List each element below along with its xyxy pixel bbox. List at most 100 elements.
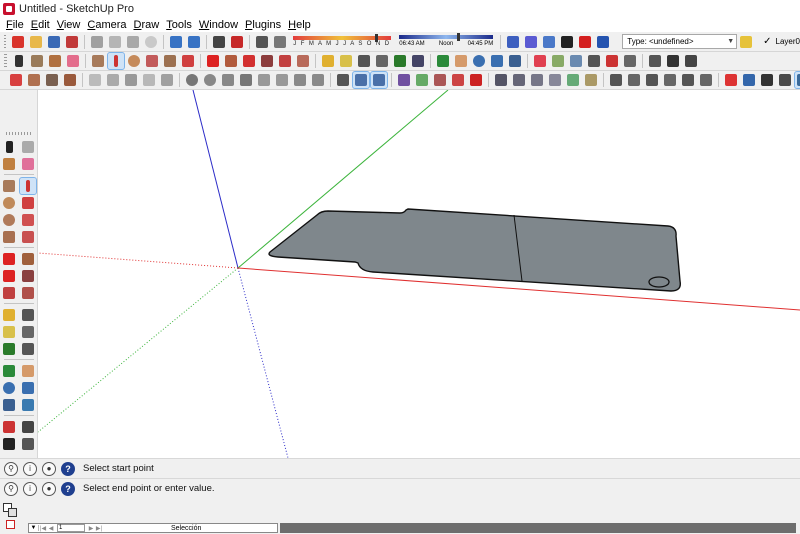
- share-model-button[interactable]: [622, 53, 638, 69]
- geo-location-icon[interactable]: ⚲: [4, 461, 18, 476]
- shadow-settings-button[interactable]: [272, 34, 288, 50]
- zoom-tool-button[interactable]: [471, 53, 487, 69]
- copy-button[interactable]: [107, 34, 123, 50]
- union-button[interactable]: [105, 72, 121, 88]
- smoove-button[interactable]: [432, 72, 448, 88]
- ruby-console-button[interactable]: [741, 72, 757, 88]
- view-perspective-button[interactable]: [370, 71, 388, 89]
- follow-me-tool-button[interactable]: [259, 53, 275, 69]
- move-tool-button[interactable]: [1, 251, 17, 267]
- play-button[interactable]: [559, 34, 575, 50]
- circle-tool-button[interactable]: [1, 195, 17, 211]
- orbit-tool-button[interactable]: [1, 363, 17, 379]
- horizontal-scrollbar[interactable]: [280, 523, 796, 533]
- monochrome-button[interactable]: [794, 71, 800, 89]
- undo-button[interactable]: [168, 34, 184, 50]
- last-page-icon[interactable]: ▶|: [95, 525, 103, 532]
- offset-tool-button[interactable]: [295, 53, 311, 69]
- from-contours-button[interactable]: [414, 72, 430, 88]
- paint-bucket-button[interactable]: [47, 53, 63, 69]
- make-component-button[interactable]: [64, 34, 80, 50]
- date-slider-track[interactable]: [293, 33, 392, 42]
- view-iso-button[interactable]: [352, 71, 370, 89]
- date-slider-thumb[interactable]: [375, 33, 379, 42]
- push-pull-tool-button[interactable]: [223, 53, 239, 69]
- cut-button[interactable]: [89, 34, 105, 50]
- view-right-button[interactable]: [662, 72, 678, 88]
- open-button[interactable]: [28, 34, 44, 50]
- walk-tool-button[interactable]: [665, 53, 681, 69]
- view-back-button[interactable]: [680, 72, 696, 88]
- camera-target-button[interactable]: [335, 72, 351, 88]
- menu-edit[interactable]: Edit: [28, 19, 54, 31]
- pie-button[interactable]: [292, 72, 308, 88]
- paste-button[interactable]: [125, 34, 141, 50]
- dimension-button[interactable]: [20, 307, 36, 323]
- terrain-button[interactable]: [550, 53, 566, 69]
- 3d-text-button[interactable]: [20, 341, 36, 357]
- protractor-button[interactable]: [1, 324, 17, 340]
- pan-tool-button[interactable]: [453, 53, 469, 69]
- time-slider-thumb[interactable]: [457, 33, 461, 41]
- paint-tool-button[interactable]: [1, 156, 17, 172]
- pan-tool-button[interactable]: [20, 363, 36, 379]
- dimension-button[interactable]: [356, 53, 372, 69]
- flip-button[interactable]: [523, 34, 539, 50]
- style-xray-button[interactable]: [493, 72, 509, 88]
- user-icon[interactable]: ●: [42, 461, 56, 476]
- circle-tool-button[interactable]: [126, 53, 142, 69]
- helix-button[interactable]: [202, 72, 218, 88]
- menu-window[interactable]: Window: [196, 19, 242, 31]
- zoom-tool-button[interactable]: [1, 380, 17, 396]
- time-slider[interactable]: 06:43 AM Noon 04:45 PM: [399, 33, 494, 48]
- photo-texture-button[interactable]: [568, 53, 584, 69]
- split-button[interactable]: [159, 72, 175, 88]
- subtract-button[interactable]: [123, 72, 139, 88]
- view-top-button[interactable]: [608, 72, 624, 88]
- zoom-extents-button[interactable]: [507, 53, 523, 69]
- rotate-tool-button[interactable]: [241, 53, 257, 69]
- x-ray-toggle-button[interactable]: [777, 72, 793, 88]
- time-slider-track[interactable]: [399, 33, 494, 41]
- offset-tool-button[interactable]: [20, 285, 36, 301]
- arc-3pt-button[interactable]: [274, 72, 290, 88]
- shadow-toggle-button[interactable]: [254, 34, 270, 50]
- text-tool-button[interactable]: [20, 324, 36, 340]
- push-pull-tool-button[interactable]: [20, 251, 36, 267]
- sandbox-button[interactable]: [396, 72, 412, 88]
- view-left-button[interactable]: [698, 72, 714, 88]
- toolbar-grip[interactable]: [5, 132, 32, 135]
- eraser-tool-button[interactable]: [20, 156, 36, 172]
- line-tool-button[interactable]: [19, 176, 37, 195]
- rotate-tool-button[interactable]: [1, 268, 17, 284]
- next-page-icon[interactable]: ▶: [87, 525, 95, 532]
- make-component-tool-button[interactable]: [20, 139, 36, 155]
- add-location-button[interactable]: [532, 53, 548, 69]
- stroke-swatch-icon[interactable]: [8, 508, 17, 517]
- component-browser-button[interactable]: [29, 53, 45, 69]
- save-button[interactable]: [46, 34, 62, 50]
- dynamic-component-button[interactable]: [595, 34, 611, 50]
- user-icon[interactable]: ●: [42, 481, 56, 496]
- help-icon[interactable]: ?: [61, 481, 75, 496]
- entity-type-select[interactable]: Type: <undefined> ▼: [622, 34, 738, 49]
- drawing-viewport[interactable]: [38, 90, 800, 458]
- axes-tool-button[interactable]: [1, 341, 17, 357]
- select-tool-button[interactable]: [1, 139, 17, 155]
- style-backedges-button[interactable]: [511, 72, 527, 88]
- color-swatch-icon[interactable]: [6, 520, 15, 529]
- move-tool-button[interactable]: [205, 53, 221, 69]
- orbit-tool-button[interactable]: [435, 53, 451, 69]
- polygon-tool-button[interactable]: [1, 212, 17, 228]
- outer-shell-button[interactable]: [87, 72, 103, 88]
- view-front-button[interactable]: [626, 72, 642, 88]
- geo-location-icon[interactable]: ⚲: [4, 481, 18, 496]
- model-hole[interactable]: [648, 276, 670, 288]
- fill-stroke-swatch[interactable]: [2, 500, 26, 532]
- stop-button[interactable]: [577, 34, 593, 50]
- zoom-extents-button[interactable]: [1, 397, 17, 413]
- toolbar-grip[interactable]: [4, 54, 7, 68]
- section-plane-button[interactable]: [20, 436, 36, 452]
- pie-tool-button[interactable]: [1, 229, 17, 245]
- menu-help[interactable]: Help: [285, 19, 315, 31]
